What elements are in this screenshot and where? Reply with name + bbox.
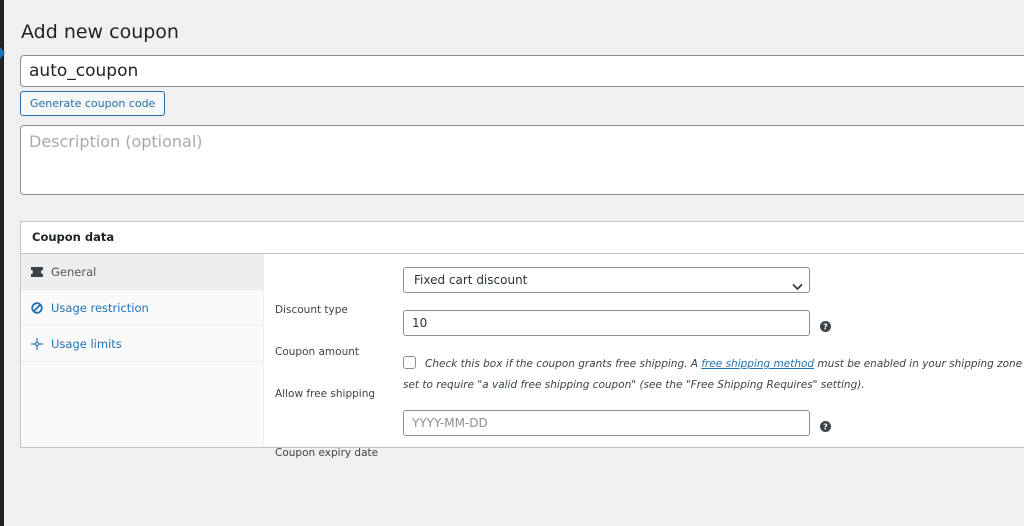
coupon-amount-label: Coupon amount [275,346,360,358]
expiry-date-label: Coupon expiry date [275,447,379,459]
discount-type-label: Discount type [275,304,348,316]
tab-label: General [51,264,97,279]
help-icon[interactable]: ? [820,417,831,432]
tab-label: Usage limits [51,336,122,351]
ticket-icon [31,266,43,278]
free-shipping-label: Allow free shipping [275,388,376,400]
block-icon [31,301,43,314]
panel-title: Coupon data [21,222,1024,254]
free-shipping-text-before: Check this box if the coupon grants free… [425,358,702,370]
free-shipping-description: Check this box if the coupon grants free… [403,354,1024,396]
discount-type-select[interactable]: Fixed cart discount [403,267,810,293]
general-fields: Discount type Fixed cart discount Coupon… [264,254,1024,459]
crosshair-icon [31,337,43,350]
generate-coupon-code-button[interactable]: Generate coupon code [20,91,166,116]
current-menu-indicator [0,47,5,59]
page-title: Add new coupon [21,21,179,43]
tab-label: Usage restriction [51,300,149,315]
chevron-down-icon [792,275,803,299]
discount-type-value: Fixed cart discount [414,273,528,287]
coupon-data-tabs: General Usage restriction Usage limits [21,254,264,447]
svg-text:?: ? [823,323,828,332]
expiry-date-input[interactable] [403,410,810,436]
admin-menu-edge [0,0,5,526]
description-textarea[interactable] [20,125,1024,195]
help-icon[interactable]: ? [820,317,831,332]
tab-usage-limits[interactable]: Usage limits [21,326,263,362]
coupon-data-panel: Coupon data General Usage restriction Us… [20,221,1024,459]
coupon-amount-input[interactable] [403,310,810,336]
tab-general[interactable]: General [21,254,263,290]
coupon-code-input[interactable] [20,55,1024,87]
svg-text:?: ? [823,423,828,432]
free-shipping-method-link[interactable]: free shipping method [701,358,814,370]
tab-usage-restriction[interactable]: Usage restriction [21,290,263,326]
